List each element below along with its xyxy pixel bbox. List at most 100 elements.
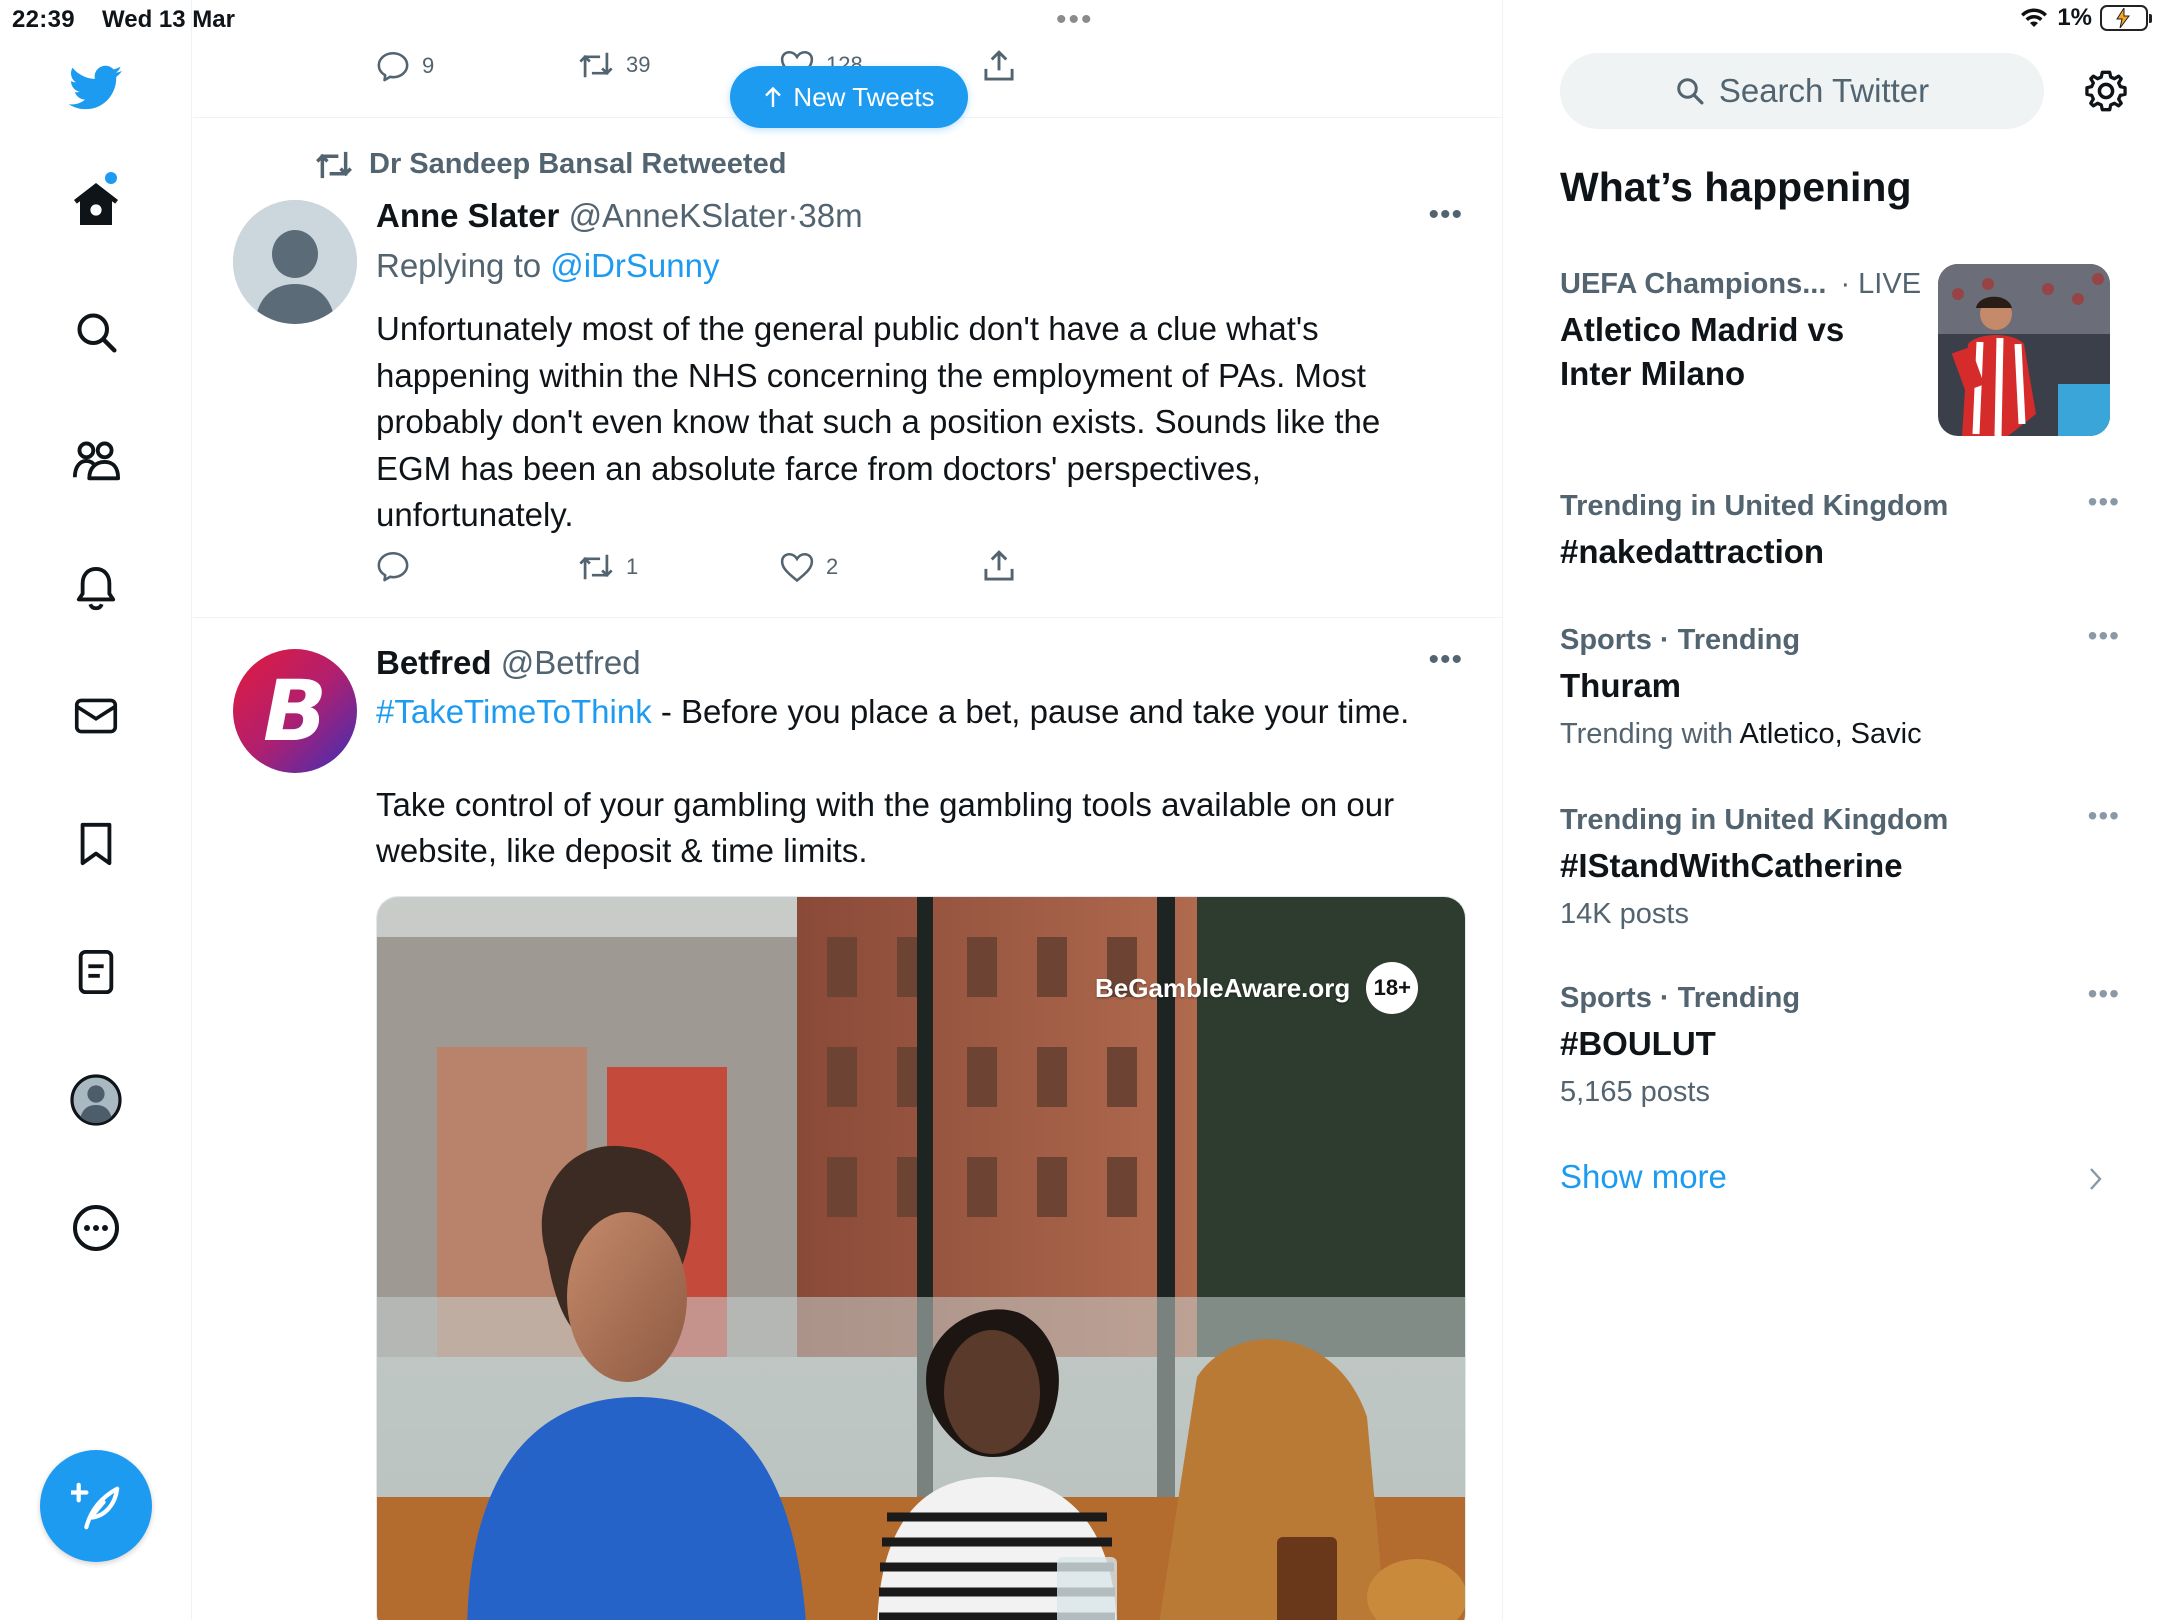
nav-explore[interactable] [58, 294, 134, 370]
nav-more[interactable] [58, 1190, 134, 1266]
search-input[interactable]: Search Twitter [1560, 53, 2044, 129]
more-circle-icon [73, 1205, 119, 1251]
search-icon [77, 313, 117, 353]
trend-item[interactable]: Trending in United Kingdom #nakedattract… [1560, 486, 2120, 574]
share-action[interactable] [983, 50, 1015, 82]
chevron-right-icon[interactable] [2088, 1166, 2104, 1192]
share-action[interactable] [983, 550, 1015, 582]
twitter-logo-icon[interactable] [58, 50, 134, 126]
live-event-thumbnail[interactable] [1938, 264, 2110, 436]
trend-item[interactable]: Sports · Trending #BOULUT 5,165 posts ••… [1560, 978, 2120, 1112]
trend-subtext: 14K posts [1560, 898, 1689, 930]
arrow-up-icon [765, 86, 782, 107]
nav-lists[interactable] [58, 934, 134, 1010]
trend-meta: Sports · Trending [1560, 982, 1801, 1014]
gear-icon [2085, 70, 2127, 112]
football-player-image [1938, 264, 2110, 436]
tweet-time[interactable]: 38m [798, 197, 862, 234]
author-name[interactable]: Betfred [376, 644, 492, 681]
communities-icon [72, 441, 121, 481]
retweet-icon [579, 554, 613, 580]
trend-item[interactable]: Sports · Trending Thuram Trending with A… [1560, 620, 2120, 754]
live-event-meta: UEFA Champions... · LIVE [1560, 264, 1930, 304]
nav-bookmarks[interactable] [58, 806, 134, 882]
trend-subtext: Trending with Atletico, Savic [1560, 714, 2120, 754]
trend-title: #BOULUT [1560, 1025, 1716, 1062]
hashtag-link[interactable]: #TakeTimeToThink [376, 693, 652, 730]
header-separator: · [787, 197, 799, 234]
share-icon [984, 550, 1014, 581]
retweet-count: 39 [626, 52, 651, 77]
tweet-content: Betfred @Betfred #TakeTimeToThink - Befo… [376, 641, 1466, 875]
live-event-item[interactable]: UEFA Champions... · LIVE Atletico Madrid… [1560, 264, 1930, 396]
live-label: · LIVE [1840, 268, 1922, 300]
trend-title: #nakedattraction [1560, 533, 1825, 570]
retweet-action[interactable]: 1 [578, 552, 638, 582]
tweet-card[interactable]: Dr Sandeep Bansal Retweeted Anne Slater … [193, 118, 1502, 618]
search-icon [1677, 78, 1704, 105]
lists-icon [78, 949, 114, 995]
trend-title: Thuram [1560, 667, 1682, 704]
tweet-media-video[interactable]: BeGambleAware.org 18+ [376, 896, 1466, 1620]
nav-communities[interactable] [58, 422, 134, 498]
age-badge: 18+ [1366, 962, 1419, 1014]
show-more-link[interactable]: Show more [1560, 1158, 1727, 1196]
reply-action[interactable] [376, 550, 422, 582]
trend-meta: Trending in United Kingdom [1560, 490, 1949, 522]
retweet-action[interactable]: 39 [578, 50, 650, 80]
author-handle[interactable]: @AnneKSlater [569, 197, 788, 234]
home-notification-dot [105, 172, 117, 184]
author-avatar[interactable]: B [233, 649, 357, 773]
tweet-more-icon[interactable]: ••• [1428, 643, 1463, 677]
like-action[interactable]: 2 [780, 552, 838, 582]
reply-icon [377, 51, 409, 82]
replying-to-line: Replying to @iDrSunny [376, 242, 1466, 290]
tweet-text: Unfortunately most of the general public… [376, 310, 1390, 533]
tweet-more-icon[interactable]: ••• [1428, 198, 1463, 232]
nav-profile[interactable] [58, 1062, 134, 1138]
section-title: What’s happening [1560, 164, 1912, 210]
tweet-text: #TakeTimeToThink - Before you place a be… [376, 689, 1436, 736]
new-tweets-label: New Tweets [793, 81, 935, 112]
compose-tweet-button[interactable] [40, 1450, 152, 1562]
trend-sub-strong: Atletico, Savic [1739, 718, 1922, 750]
trend-more-icon[interactable]: ••• [2088, 620, 2120, 652]
nav-home[interactable] [58, 166, 134, 242]
author-name[interactable]: Anne Slater [376, 197, 559, 234]
watermark-text: BeGambleAware.org [1095, 972, 1351, 1003]
tweet-content: Anne Slater @AnneKSlater·38m Replying to… [376, 194, 1466, 539]
trend-meta: Sports · Trending [1560, 624, 1801, 656]
left-navigation [0, 0, 192, 1620]
live-event-title: Atletico Madrid vs Inter Milano [1560, 311, 1845, 392]
mail-icon [74, 698, 118, 734]
settings-button[interactable] [2078, 63, 2134, 119]
replying-prefix: Replying to [376, 247, 551, 284]
reply-count: 9 [422, 53, 435, 78]
retweeted-by-text[interactable]: Dr Sandeep Bansal Retweeted [369, 148, 786, 181]
trend-more-icon[interactable]: ••• [2088, 978, 2120, 1010]
bell-icon [76, 567, 116, 611]
tweet-text-line1: - Before you place a bet, pause and take… [651, 693, 1410, 730]
timeline[interactable]: 9 39 128 New Tweets Dr Sandeep Bansal Re… [193, 0, 1503, 1620]
tweet-card[interactable]: B Betfred @Betfred #TakeTimeToThink - Be… [193, 619, 1502, 1620]
retweet-count: 1 [626, 554, 639, 579]
profile-avatar-icon [70, 1074, 122, 1126]
nav-notifications[interactable] [58, 550, 134, 626]
avatar-letter: B [262, 662, 328, 760]
compose-feather-icon [71, 1482, 120, 1530]
nav-messages[interactable] [58, 678, 134, 754]
search-placeholder: Search Twitter [1718, 72, 1930, 109]
bookmark-icon [80, 822, 112, 866]
tweet-header: Betfred @Betfred [376, 641, 1466, 685]
trend-item[interactable]: Trending in United Kingdom #IStandWithCa… [1560, 800, 2120, 934]
trend-subtext: 5,165 posts [1560, 1076, 1710, 1108]
trend-title: #IStandWithCatherine [1560, 847, 1903, 884]
like-count: 2 [826, 554, 839, 579]
trend-more-icon[interactable]: ••• [2088, 800, 2120, 832]
author-avatar[interactable] [233, 200, 357, 324]
replying-to-handle[interactable]: @iDrSunny [550, 247, 719, 284]
trend-more-icon[interactable]: ••• [2088, 486, 2120, 518]
reply-action[interactable]: 9 [376, 50, 434, 82]
author-handle[interactable]: @Betfred [501, 644, 641, 681]
retweet-icon [579, 52, 613, 78]
